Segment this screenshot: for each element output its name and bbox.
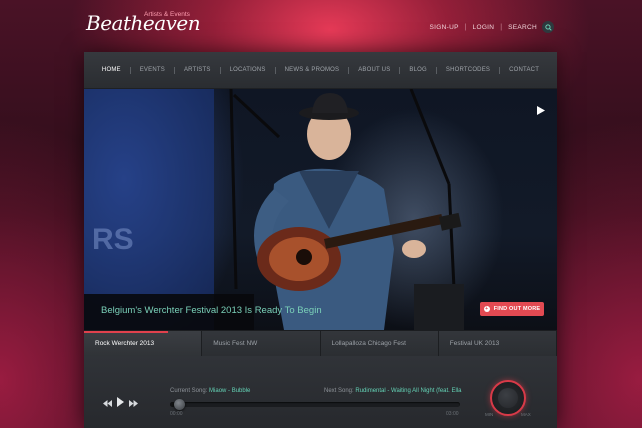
- volume-knob: [498, 388, 518, 408]
- hero-photo: RS: [84, 89, 464, 330]
- logo-tagline: Artists & Events: [144, 11, 190, 18]
- hero-slider[interactable]: RS Belgium's Werchter Festival 2013 Is R…: [84, 89, 557, 330]
- nav-divider: [274, 66, 276, 74]
- next-song: Next Song: Rudimental - Waiting All Nigh…: [324, 388, 462, 394]
- logo[interactable]: Beatheaven Artists & Events: [86, 11, 201, 35]
- main-container: HOME EVENTS ARTISTS LOCATIONS NEWS & PRO…: [84, 52, 557, 428]
- signup-link[interactable]: SIGN-UP: [430, 24, 459, 31]
- divider: |: [500, 23, 503, 31]
- track-progress-handle[interactable]: [173, 399, 185, 410]
- nav-about-us[interactable]: ABOUT US: [358, 67, 390, 73]
- search-link[interactable]: SEARCH: [508, 24, 537, 31]
- event-tabs: Rock Werchter 2013 Music Fest NW Lollapa…: [84, 330, 557, 356]
- nav-news-promos[interactable]: NEWS & PROMOS: [285, 67, 340, 73]
- nav-divider: [173, 66, 175, 74]
- tab-progress-bar: [84, 331, 168, 333]
- prev-icon[interactable]: [103, 394, 112, 412]
- plus-icon: +: [483, 306, 490, 312]
- nav-contact[interactable]: CONTACT: [509, 67, 539, 73]
- next-icon[interactable]: [129, 394, 138, 412]
- nav-divider: [129, 66, 131, 74]
- next-song-label: Next Song:: [324, 388, 354, 394]
- current-song: Current Song: Miaow - Bubble: [170, 388, 250, 394]
- nav-divider: [219, 66, 221, 74]
- time-total: 03:00: [446, 411, 459, 417]
- music-player: Current Song: Miaow - Bubble Next Song: …: [84, 356, 557, 428]
- main-nav: HOME EVENTS ARTISTS LOCATIONS NEWS & PRO…: [84, 52, 557, 89]
- stage-text: RS: [92, 223, 134, 256]
- nav-divider: [399, 66, 401, 74]
- play-button[interactable]: [117, 394, 124, 412]
- nav-events[interactable]: EVENTS: [140, 67, 165, 73]
- nav-home[interactable]: HOME: [102, 67, 121, 73]
- top-bar: Beatheaven Artists & Events SIGN-UP | LO…: [0, 0, 642, 52]
- tab-festival-uk[interactable]: Festival UK 2013: [438, 331, 557, 356]
- volume-min-label: MIN: [485, 412, 494, 417]
- find-out-more-label: FIND OUT MORE: [493, 306, 541, 312]
- find-out-more-button[interactable]: + FIND OUT MORE: [480, 302, 544, 316]
- nav-divider: [499, 66, 501, 74]
- login-link[interactable]: LOGIN: [473, 24, 495, 31]
- track-progress-bar[interactable]: [170, 402, 460, 407]
- time-elapsed: 00:00: [170, 411, 183, 417]
- nav-artists[interactable]: ARTISTS: [184, 67, 211, 73]
- volume-dial[interactable]: [490, 380, 526, 416]
- divider: |: [464, 23, 467, 31]
- top-links: SIGN-UP | LOGIN | SEARCH: [430, 21, 554, 33]
- hero-caption[interactable]: Belgium's Werchter Festival 2013 Is Read…: [101, 305, 322, 316]
- tab-music-fest-nw[interactable]: Music Fest NW: [202, 331, 321, 356]
- nav-divider: [435, 66, 437, 74]
- nav-locations[interactable]: LOCATIONS: [230, 67, 266, 73]
- nav-blog[interactable]: BLOG: [409, 67, 426, 73]
- current-song-title: Miaow - Bubble: [209, 388, 251, 394]
- player-controls: [103, 394, 138, 412]
- nav-divider: [348, 66, 350, 74]
- nav-shortcodes[interactable]: SHORTCODES: [446, 67, 490, 73]
- next-song-title: Rudimental - Waiting All Night (feat. El…: [355, 388, 462, 394]
- current-song-label: Current Song:: [170, 388, 208, 394]
- tab-lollapalooza[interactable]: Lollapalloza Chicago Fest: [320, 331, 439, 356]
- play-icon[interactable]: [537, 102, 545, 120]
- tab-rock-werchter[interactable]: Rock Werchter 2013: [84, 331, 203, 356]
- search-icon[interactable]: [542, 21, 554, 33]
- volume-max-label: MAX: [521, 412, 531, 417]
